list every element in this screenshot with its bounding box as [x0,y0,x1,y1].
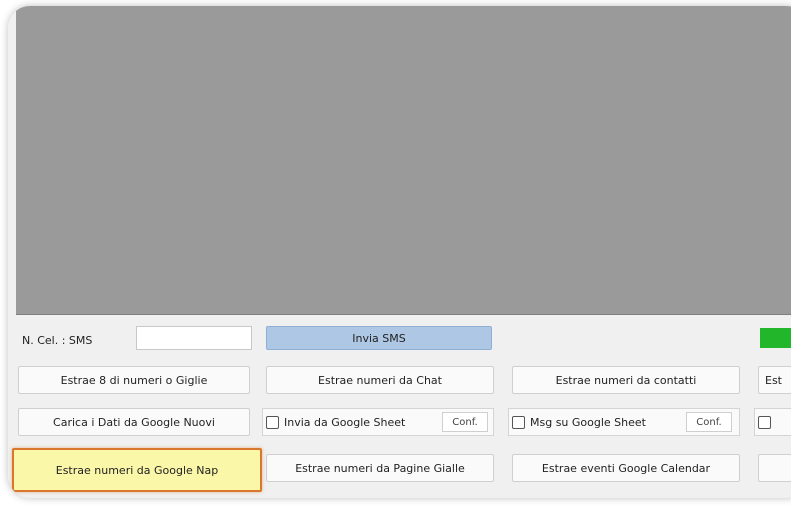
send-sms-button[interactable]: Invia SMS [266,326,492,350]
extract-numbers-chat-button[interactable]: Estrae numeri da Chat [266,366,494,394]
extra-button-cut[interactable] [758,454,791,482]
phone-label: N. Cel. : SMS [22,334,93,347]
extract-numbers-contacts-button[interactable]: Estrae numeri da contatti [512,366,740,394]
status-indicator [760,328,791,348]
load-google-data-button[interactable]: Carica i Dati da Google Nuovi [18,408,250,436]
conf-button-1[interactable]: Conf. [442,412,488,432]
msg-google-sheet-label: Msg su Google Sheet [530,415,646,429]
invia-google-sheet-label: Invia da Google Sheet [284,415,406,429]
extra-checkbox[interactable] [758,415,771,429]
display-area [16,6,791,315]
extra-checkbox-group [754,408,791,436]
app-window: N. Cel. : SMS Invia SMS Estrae 8 di nume… [8,6,791,498]
extract-numbers-google-button[interactable]: Estrae 8 di numeri o Giglie [18,366,250,394]
extract-pagine-gialle-button[interactable]: Estrae numeri da Pagine Gialle [266,454,494,482]
msg-google-sheet-checkbox[interactable] [512,415,525,429]
extract-google-maps-button[interactable]: Estrae numeri da Google Nap [12,448,262,492]
extract-button-cut[interactable]: Est [758,366,791,394]
invia-google-sheet-checkbox[interactable] [266,415,279,429]
phone-input[interactable] [136,326,252,350]
conf-button-2[interactable]: Conf. [686,412,732,432]
extract-google-calendar-button[interactable]: Estrae eventi Google Calendar [512,454,740,482]
